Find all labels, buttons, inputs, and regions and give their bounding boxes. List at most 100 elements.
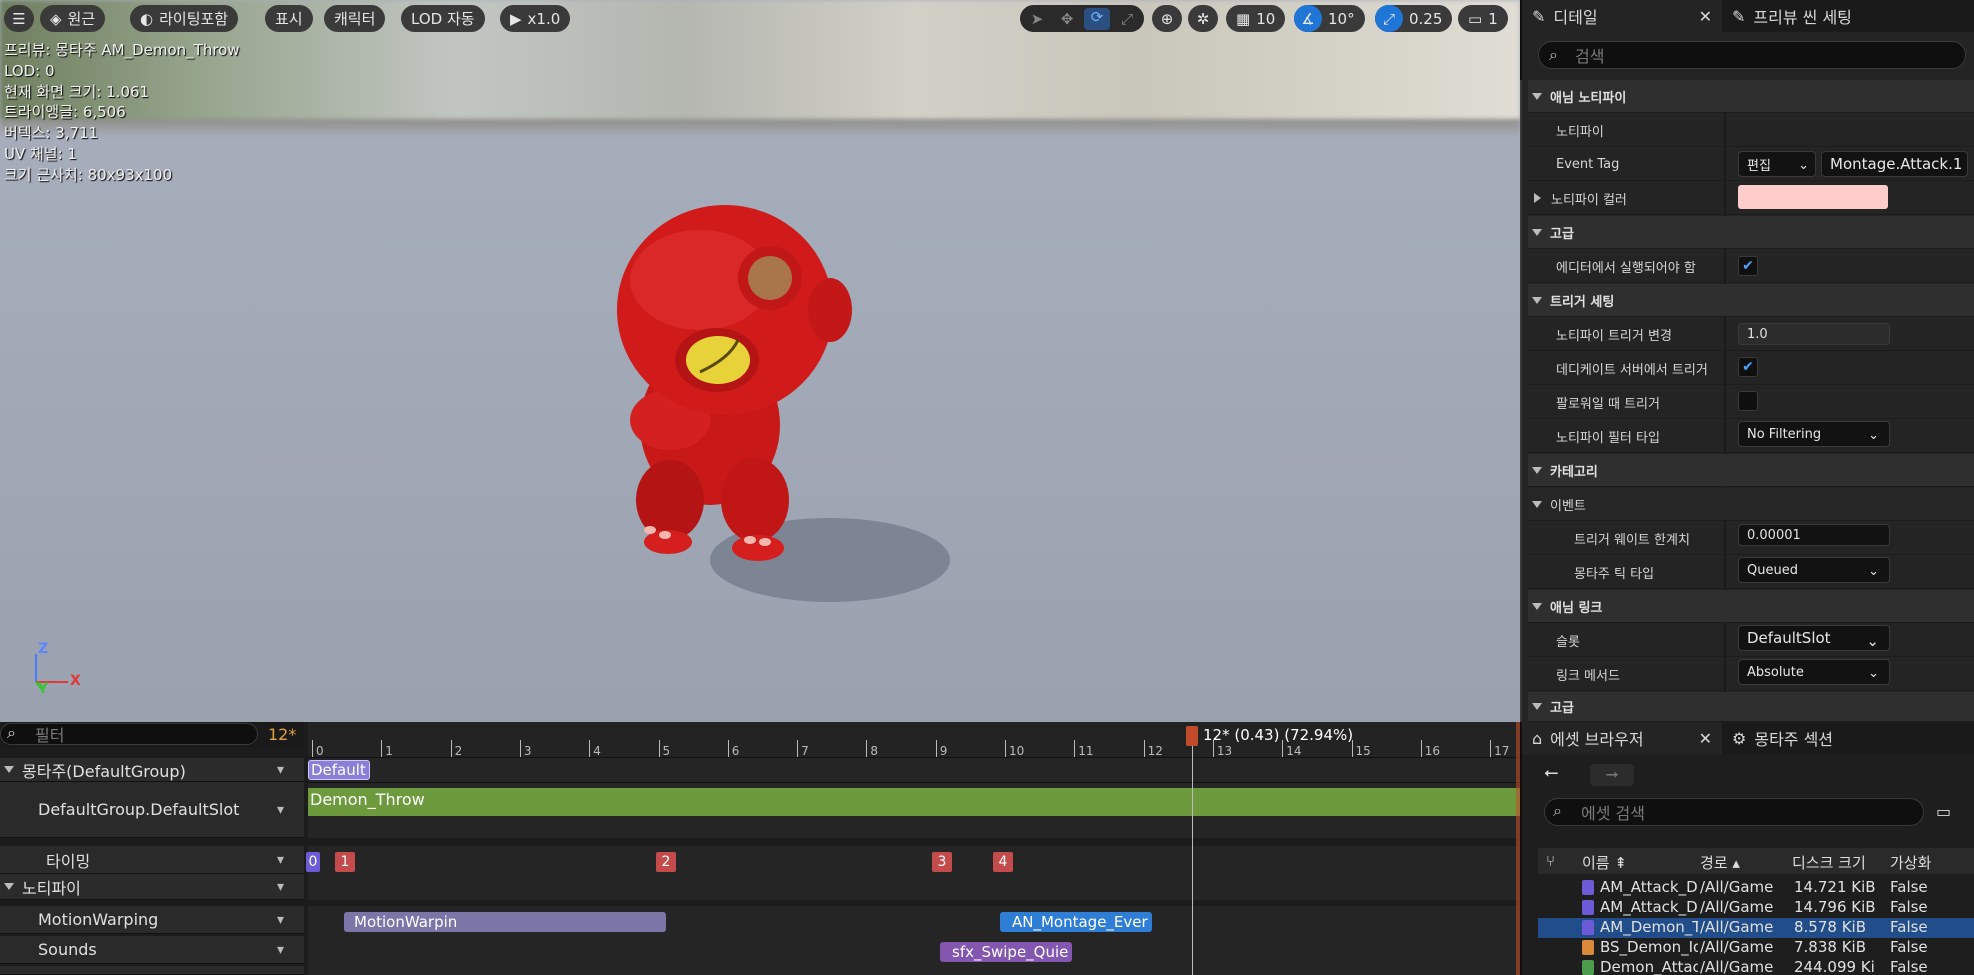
forward-arrow-icon[interactable]: ⭢ bbox=[1590, 764, 1634, 786]
ruler-tick-line bbox=[1074, 740, 1076, 757]
lane-divider bbox=[308, 838, 1520, 846]
timing-marker-4[interactable]: 4 bbox=[993, 852, 1013, 872]
tick-type-dropdown[interactable]: Queued ⌄ bbox=[1738, 557, 1890, 583]
asset-row[interactable]: BS_Demon_IdleR/All/Game 7.838 KiB False bbox=[1538, 938, 1974, 958]
category-anim-notify[interactable]: 애님 노티파이 bbox=[1528, 80, 1974, 113]
show-button[interactable]: 표시 bbox=[265, 5, 313, 32]
run-in-editor-checkbox[interactable]: ✔ bbox=[1738, 256, 1758, 276]
close-icon[interactable]: ✕ bbox=[1699, 729, 1712, 748]
asset-type-icon bbox=[1582, 960, 1594, 975]
ruler-tick-label: 12 bbox=[1147, 744, 1163, 758]
anim-segment[interactable] bbox=[308, 788, 1520, 816]
track-montage-group[interactable]: 몽타주(DefaultGroup) ▾ bbox=[0, 758, 304, 782]
select-icon[interactable]: ➤ bbox=[1024, 10, 1050, 28]
weight-threshold-input[interactable]: 0.00001 bbox=[1738, 524, 1890, 546]
asset-row[interactable]: Demon_Attack_L/All/Game 244.099 Ki False bbox=[1538, 958, 1974, 975]
column-virtual[interactable]: 가상화 bbox=[1890, 852, 1974, 873]
track-timing[interactable]: 타이밍 ▾ bbox=[0, 846, 304, 874]
details-search-input[interactable]: ⌕ 검색 bbox=[1538, 41, 1966, 69]
track-sounds[interactable]: Sounds ▾ bbox=[0, 936, 304, 964]
trigger-dedicated-checkbox[interactable]: ✔ bbox=[1738, 357, 1758, 377]
tab-preview-scene[interactable]: ✎ 프리뷰 씬 세팅 bbox=[1722, 0, 1862, 32]
camera-speed-button[interactable]: ▭ 1 bbox=[1458, 5, 1508, 32]
asset-cell-size: 7.838 KiB bbox=[1794, 938, 1867, 956]
category-anim-link[interactable]: 애님 링크 bbox=[1528, 590, 1974, 623]
folder-icon[interactable]: ▭ bbox=[1936, 802, 1951, 821]
slot-dropdown[interactable]: DefaultSlot ⌄ bbox=[1738, 625, 1890, 651]
coord-system-button[interactable]: ⊕ bbox=[1152, 5, 1182, 32]
rotate-icon[interactable]: ⟳ bbox=[1084, 7, 1110, 30]
ruler-tick-line bbox=[519, 740, 521, 757]
ruler-tick-label: 9 bbox=[939, 744, 948, 758]
chevron-down-icon[interactable]: ▾ bbox=[277, 942, 284, 958]
grid-snap-button[interactable]: ▦ 10 bbox=[1226, 5, 1286, 32]
asset-search-input[interactable]: ⌕ 에셋 검색 bbox=[1544, 798, 1924, 826]
asset-cell-size: 14.721 KiB bbox=[1794, 878, 1876, 896]
category-advanced-2[interactable]: 고급 bbox=[1528, 692, 1974, 722]
branch-icon[interactable]: ⑂ bbox=[1546, 852, 1555, 870]
scale-snap-button[interactable]: ⤢ 0.25 bbox=[1375, 5, 1453, 32]
track-notifies[interactable]: 노티파이 ▾ bbox=[0, 874, 304, 900]
category-trigger-settings[interactable]: 트리거 세팅 bbox=[1528, 284, 1974, 317]
notify-sfx-swipe[interactable]: sfx_Swipe_Quie bbox=[940, 942, 1072, 962]
playhead-handle[interactable] bbox=[1186, 726, 1198, 746]
chevron-down-icon[interactable]: ▾ bbox=[277, 912, 284, 928]
timing-marker-2[interactable]: 2 bbox=[656, 852, 676, 872]
back-arrow-icon[interactable]: ⭠ bbox=[1544, 762, 1558, 783]
chevron-down-icon[interactable]: ▾ bbox=[277, 852, 284, 868]
character-leg-right bbox=[721, 458, 789, 542]
event-tag-edit-button[interactable]: 편집 ⌄ bbox=[1738, 151, 1816, 177]
viewport-menu-button[interactable]: ☰ bbox=[4, 5, 34, 32]
asset-row[interactable]: AM_Demon_Thro/All/Game 8.578 KiB False bbox=[1538, 918, 1974, 938]
asset-tabbar: ⌂ 에셋 브라우저 ✕ ⚙ 몽타주 섹션 bbox=[1522, 722, 1974, 754]
tab-montage-sections[interactable]: ⚙ 몽타주 섹션 bbox=[1722, 722, 1843, 754]
chevron-down-icon[interactable]: ▾ bbox=[277, 762, 284, 778]
column-path[interactable]: 경로 ▴ bbox=[1700, 852, 1740, 873]
tab-asset-browser[interactable]: ⌂ 에셋 브라우저 ✕ bbox=[1522, 722, 1722, 754]
timing-marker-3[interactable]: 3 bbox=[932, 852, 952, 872]
trigger-chance-input[interactable]: 1.0 bbox=[1738, 323, 1890, 345]
column-name[interactable]: 이름 ⇞ bbox=[1582, 852, 1627, 873]
track-slot[interactable]: DefaultGroup.DefaultSlot ▾ bbox=[0, 782, 304, 838]
perspective-button[interactable]: ◈ 원근 bbox=[40, 5, 106, 32]
move-icon[interactable]: ✥ bbox=[1054, 10, 1080, 28]
chevron-down-icon[interactable]: ▾ bbox=[277, 879, 284, 895]
event-tag-value[interactable]: Montage.Attack.1 bbox=[1821, 151, 1968, 177]
play-speed-button[interactable]: ▶ x1.0 bbox=[500, 5, 571, 32]
filter-type-dropdown[interactable]: No Filtering ⌄ bbox=[1738, 421, 1890, 447]
asset-row[interactable]: AM_Attack_Demo/All/Game 14.721 KiB False bbox=[1538, 878, 1974, 898]
timing-marker-1[interactable]: 1 bbox=[335, 852, 355, 872]
scale-icon[interactable]: ⤢ bbox=[1114, 10, 1140, 28]
tab-details[interactable]: ✎ 디테일 ✕ bbox=[1522, 0, 1722, 32]
asset-row[interactable]: AM_Attack_Demo/All/Game 14.796 KiB False bbox=[1538, 898, 1974, 918]
asset-cell-path: /All/Game bbox=[1700, 918, 1774, 936]
trigger-follower-checkbox[interactable] bbox=[1738, 391, 1758, 411]
column-disk-size[interactable]: 디스크 크기 bbox=[1792, 852, 1866, 873]
angle-snap-button[interactable]: ∡ 10° bbox=[1294, 5, 1365, 32]
track-motion-warping[interactable]: MotionWarping ▾ bbox=[0, 906, 304, 934]
timing-marker-0[interactable]: 0 bbox=[306, 852, 320, 872]
asset-type-icon bbox=[1582, 880, 1594, 895]
anim-segment-label: Demon_Throw bbox=[310, 790, 425, 809]
notify-color-swatch[interactable] bbox=[1738, 185, 1888, 209]
ruler-tick-line bbox=[935, 740, 937, 757]
category-advanced[interactable]: 고급 bbox=[1528, 216, 1974, 249]
category-event[interactable]: 이벤트 bbox=[1528, 488, 1974, 521]
close-icon[interactable]: ✕ bbox=[1699, 7, 1712, 26]
character-button[interactable]: 캐릭터 bbox=[324, 5, 386, 32]
link-method-dropdown[interactable]: Absolute ⌄ bbox=[1738, 659, 1890, 685]
notify-motion-warping[interactable]: MotionWarpin bbox=[344, 912, 666, 932]
lighting-button[interactable]: ◐ 라이팅포함 bbox=[130, 5, 239, 32]
category-category[interactable]: 카테고리 bbox=[1528, 454, 1974, 487]
axis-y-label: Y bbox=[38, 681, 49, 697]
asset-cell-path: /All/Game bbox=[1700, 878, 1774, 896]
lod-button[interactable]: LOD 자동 bbox=[401, 5, 485, 32]
chevron-down-icon[interactable]: ▾ bbox=[277, 802, 284, 818]
timeline-filter-input[interactable]: ⌕ 필터 bbox=[0, 723, 258, 745]
section-default[interactable]: Default bbox=[308, 760, 370, 780]
surface-snap-button[interactable]: ✲ bbox=[1188, 5, 1218, 32]
ruler-tick-line bbox=[797, 740, 799, 757]
notify-anim-montage-event[interactable]: AN_Montage_Ever bbox=[1000, 912, 1152, 932]
track-more bbox=[0, 966, 304, 975]
preview-viewport[interactable]: ☰ ◈ 원근 ◐ 라이팅포함 표시 캐릭터 LOD 자동 ▶ x1.0 ➤ ✥ … bbox=[0, 0, 1520, 722]
